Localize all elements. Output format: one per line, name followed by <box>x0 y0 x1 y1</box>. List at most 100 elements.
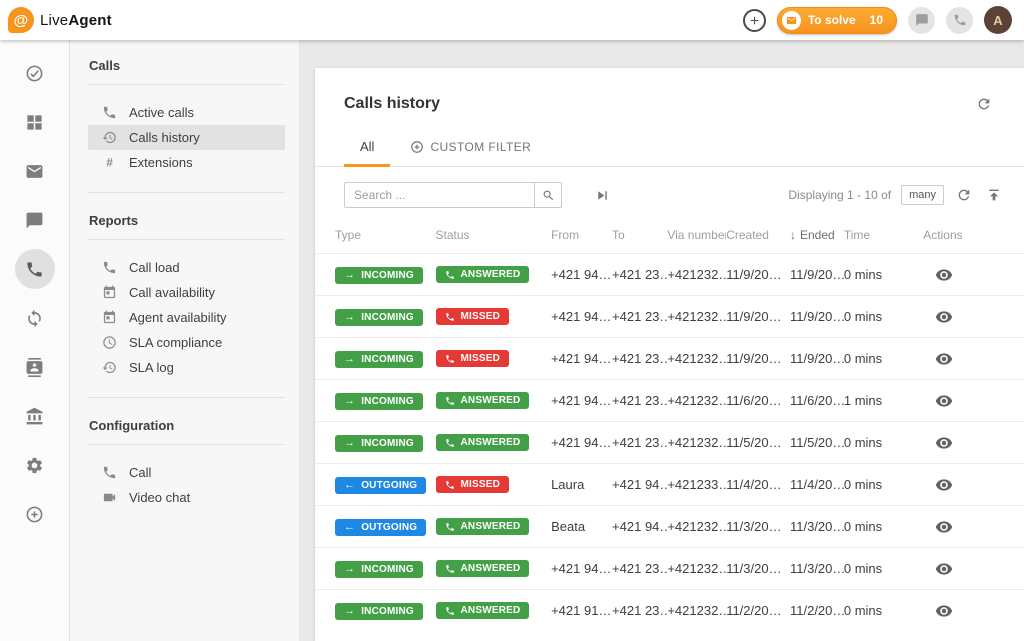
call-row[interactable]: →INCOMING ANSWERED +421 94… +421 23… +42… <box>315 254 1024 296</box>
phone-icon <box>445 438 455 448</box>
avatar[interactable]: A <box>984 6 1012 34</box>
cell-from: +421 94… <box>551 422 612 464</box>
call-row[interactable]: →INCOMING ANSWERED +421 91… +421 23… +42… <box>315 590 1024 632</box>
cell-actions <box>923 422 1024 464</box>
cell-status: ANSWERED <box>436 254 552 296</box>
view-call-button[interactable] <box>929 388 959 414</box>
rail-item-phone[interactable] <box>15 249 55 289</box>
direction-badge: →INCOMING <box>335 267 423 284</box>
call-row[interactable]: →INCOMING ANSWERED +421 94… +421 23… +42… <box>315 548 1024 590</box>
sidebar-item-video-chat[interactable]: Video chat <box>88 485 285 510</box>
call-row[interactable]: ←OUTGOING MISSED Laura +421 94… +421233…… <box>315 464 1024 506</box>
sidebar-item-label: Agent availability <box>129 310 227 325</box>
cell-created: 11/9/20… <box>726 338 790 380</box>
cell-via: +421232… <box>667 254 726 296</box>
tab-custom-filter[interactable]: CUSTOM FILTER <box>394 129 547 166</box>
cell-to: +421 23… <box>612 380 667 422</box>
column-header-ended[interactable]: ↓Ended <box>790 219 844 254</box>
call-row[interactable]: →INCOMING MISSED +421 94… +421 23… +4212… <box>315 296 1024 338</box>
view-call-button[interactable] <box>929 304 959 330</box>
status-badge: MISSED <box>436 476 510 493</box>
search-button[interactable] <box>534 182 562 208</box>
cell-actions <box>923 338 1024 380</box>
sidebar-item-active-calls[interactable]: Active calls <box>88 100 285 125</box>
call-row[interactable]: ←OUTGOING ANSWERED Beata +421 94… +42123… <box>315 506 1024 548</box>
sidebar-item-extensions[interactable]: Extensions <box>88 150 285 175</box>
history-icon <box>102 360 117 375</box>
cell-actions <box>923 590 1024 632</box>
column-header-created[interactable]: Created <box>726 219 790 254</box>
total-count-box[interactable]: many <box>901 185 944 205</box>
sidebar-item-call[interactable]: Call <box>88 460 285 485</box>
refresh-page-button[interactable] <box>974 94 994 114</box>
forward-button[interactable] <box>592 185 613 206</box>
refresh-list-button[interactable] <box>954 185 974 205</box>
cell-type: →INCOMING <box>315 422 436 464</box>
rail-item-contacts[interactable] <box>15 347 55 387</box>
call-row[interactable]: →INCOMING MISSED +421 94… +421 23… +4212… <box>315 338 1024 380</box>
cell-actions <box>923 464 1024 506</box>
sidebar-item-call-availability[interactable]: Call availability <box>88 280 285 305</box>
bank-icon <box>25 407 44 426</box>
rail-item-bank[interactable] <box>15 396 55 436</box>
rail-item-plus-circle[interactable] <box>15 494 55 534</box>
search-input[interactable] <box>344 182 534 208</box>
main-content: Calls history AllCUSTOM FILTER Displayin… <box>299 40 1024 641</box>
cell-time: 0 mins <box>844 464 923 506</box>
column-header-status[interactable]: Status <box>436 219 552 254</box>
grid-icon <box>25 113 44 132</box>
view-call-button[interactable] <box>929 556 959 582</box>
rail-item-sync[interactable] <box>15 298 55 338</box>
arrow-right-icon: → <box>344 354 355 365</box>
call-row[interactable]: →INCOMING ANSWERED +421 94… +421 23… +42… <box>315 422 1024 464</box>
cell-from: Laura <box>551 464 612 506</box>
calls-button[interactable] <box>946 7 973 34</box>
plus-icon <box>748 14 761 27</box>
column-header-type[interactable]: Type <box>315 219 436 254</box>
cell-ended: 11/9/20… <box>790 254 844 296</box>
cell-ended: 11/9/20… <box>790 338 844 380</box>
export-button[interactable] <box>984 185 1004 205</box>
view-call-button[interactable] <box>929 472 959 498</box>
eye-icon <box>935 266 953 284</box>
phone-icon <box>445 270 455 280</box>
phone-icon <box>445 606 455 616</box>
column-header-to[interactable]: To <box>612 219 667 254</box>
cell-via: +421232… <box>667 296 726 338</box>
view-call-button[interactable] <box>929 430 959 456</box>
to-solve-button[interactable]: To solve 10 <box>777 7 897 34</box>
divider <box>88 84 285 85</box>
cell-via: +421232… <box>667 338 726 380</box>
cell-time: 0 mins <box>844 422 923 464</box>
tab-all[interactable]: All <box>344 129 390 166</box>
column-header-time[interactable]: Time <box>844 219 923 254</box>
rail-item-mail[interactable] <box>15 151 55 191</box>
eye-icon <box>935 518 953 536</box>
column-header-via[interactable]: Via number <box>667 219 726 254</box>
rail-item-gear[interactable] <box>15 445 55 485</box>
column-header-from[interactable]: From <box>551 219 612 254</box>
cell-status: ANSWERED <box>436 590 552 632</box>
brand[interactable]: @ LiveAgent <box>8 7 112 33</box>
cell-from: +421 94… <box>551 254 612 296</box>
sidebar-item-sla-log[interactable]: SLA log <box>88 355 285 380</box>
rail-item-check-circle[interactable] <box>15 53 55 93</box>
sidebar-item-sla-compliance[interactable]: SLA compliance <box>88 330 285 355</box>
sidebar-item-label: Call load <box>129 260 180 275</box>
view-call-button[interactable] <box>929 514 959 540</box>
call-row[interactable]: →INCOMING ANSWERED +421 94… +421 23… +42… <box>315 380 1024 422</box>
view-call-button[interactable] <box>929 262 959 288</box>
direction-badge: →INCOMING <box>335 603 423 620</box>
cell-from: +421 94… <box>551 380 612 422</box>
column-header-actions[interactable]: Actions <box>923 219 1024 254</box>
view-call-button[interactable] <box>929 598 959 624</box>
view-call-button[interactable] <box>929 346 959 372</box>
sidebar-item-call-load[interactable]: Call load <box>88 255 285 280</box>
cell-created: 11/4/20… <box>726 464 790 506</box>
add-new-button[interactable] <box>743 9 766 32</box>
rail-item-grid[interactable] <box>15 102 55 142</box>
chats-button[interactable] <box>908 7 935 34</box>
sidebar-item-agent-availability[interactable]: Agent availability <box>88 305 285 330</box>
rail-item-chat[interactable] <box>15 200 55 240</box>
sidebar-item-calls-history[interactable]: Calls history <box>88 125 285 150</box>
